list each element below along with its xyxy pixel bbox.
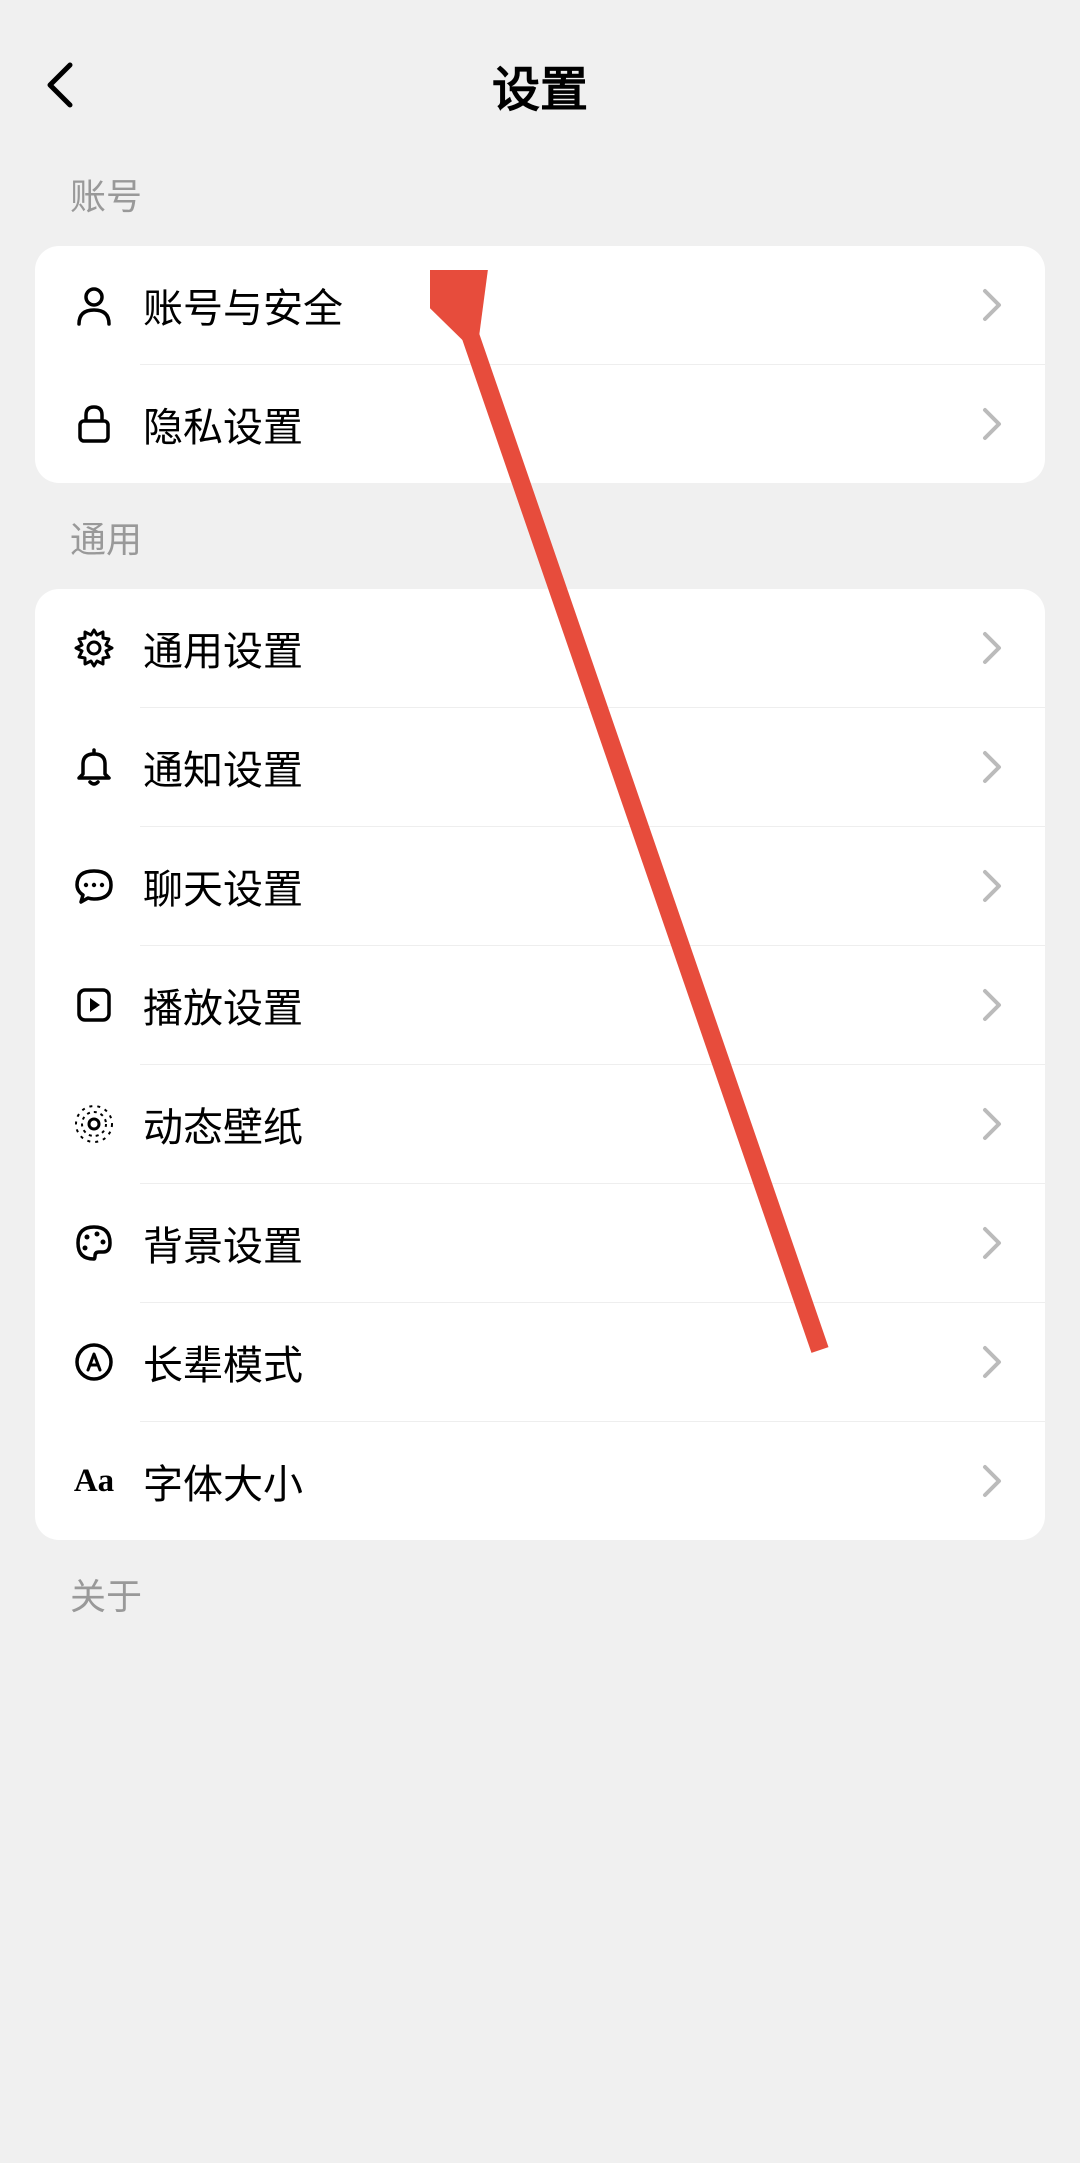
page-title: 设置 [0, 50, 1080, 120]
chevron-right-icon [977, 1347, 1007, 1377]
live-wallpaper-icon [73, 1103, 115, 1145]
gear-icon [73, 627, 115, 669]
chevron-right-icon [977, 1109, 1007, 1139]
item-account-security[interactable]: 账号与安全 [35, 246, 1045, 364]
chevron-left-icon [45, 60, 75, 110]
item-label: 通用设置 [143, 619, 977, 677]
card-general: 通用设置 通知设置 聊天设置 [35, 589, 1045, 1540]
section-label-general: 通用 [0, 483, 1080, 589]
item-label: 隐私设置 [143, 395, 977, 453]
item-live-wallpaper[interactable]: 动态壁纸 [35, 1065, 1045, 1183]
item-label: 账号与安全 [143, 276, 977, 334]
font-size-icon: Aa [73, 1460, 115, 1502]
item-label: 播放设置 [143, 976, 977, 1034]
user-icon [73, 284, 115, 326]
elder-mode-icon [73, 1341, 115, 1383]
chevron-right-icon [977, 871, 1007, 901]
chevron-right-icon [977, 633, 1007, 663]
item-elder-mode[interactable]: 长辈模式 [35, 1303, 1045, 1421]
chevron-right-icon [977, 1466, 1007, 1496]
item-background[interactable]: 背景设置 [35, 1184, 1045, 1302]
chevron-right-icon [977, 990, 1007, 1020]
header: 设置 [0, 30, 1080, 140]
lock-icon [73, 403, 115, 445]
item-label: 聊天设置 [143, 857, 977, 915]
chevron-right-icon [977, 752, 1007, 782]
item-notification[interactable]: 通知设置 [35, 708, 1045, 826]
chevron-right-icon [977, 290, 1007, 320]
item-privacy[interactable]: 隐私设置 [35, 365, 1045, 483]
item-label: 动态壁纸 [143, 1095, 977, 1153]
status-bar [0, 0, 1080, 30]
palette-icon [73, 1222, 115, 1264]
item-font-size[interactable]: Aa 字体大小 [35, 1422, 1045, 1540]
item-label: 长辈模式 [143, 1333, 977, 1391]
item-playback[interactable]: 播放设置 [35, 946, 1045, 1064]
item-chat[interactable]: 聊天设置 [35, 827, 1045, 945]
item-label: 通知设置 [143, 738, 977, 796]
item-label: 字体大小 [143, 1452, 977, 1510]
item-label: 背景设置 [143, 1214, 977, 1272]
play-icon [73, 984, 115, 1026]
chevron-right-icon [977, 409, 1007, 439]
chevron-right-icon [977, 1228, 1007, 1258]
back-button[interactable] [35, 60, 85, 110]
chat-icon [73, 865, 115, 907]
section-label-about: 关于 [0, 1540, 1080, 1646]
bell-icon [73, 746, 115, 788]
card-account: 账号与安全 隐私设置 [35, 246, 1045, 483]
item-general-settings[interactable]: 通用设置 [35, 589, 1045, 707]
section-label-account: 账号 [0, 140, 1080, 246]
